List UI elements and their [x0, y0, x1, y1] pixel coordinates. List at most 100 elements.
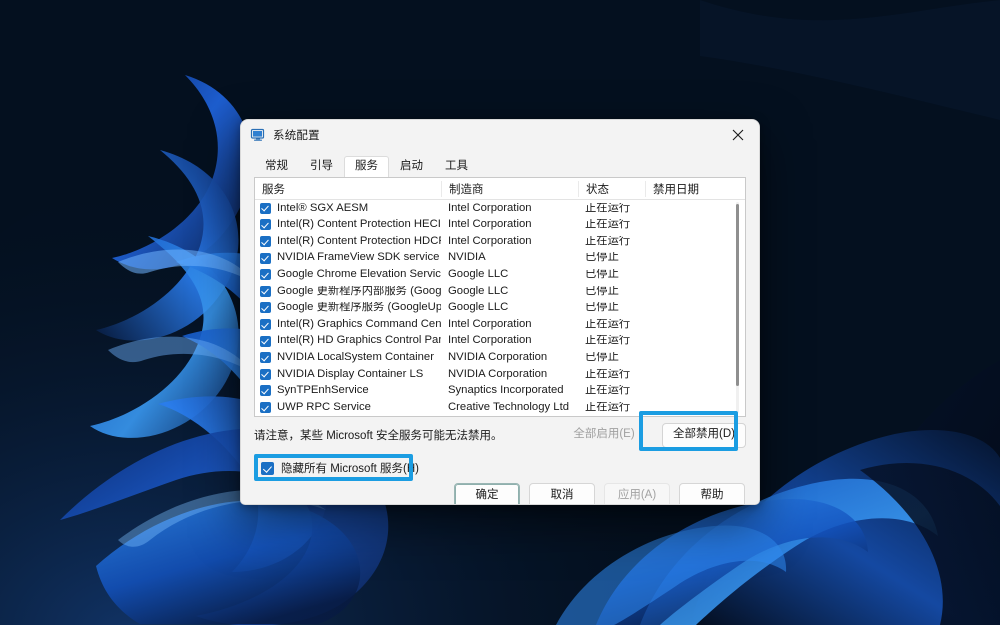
status-cell: 正在运行: [578, 335, 645, 346]
status-cell: 已停止: [578, 302, 645, 313]
checkbox-checked-icon[interactable]: [260, 236, 271, 247]
checkbox-checked-icon[interactable]: [260, 385, 271, 396]
checkbox-checked-icon: [261, 462, 274, 475]
checkbox-checked-icon[interactable]: [260, 253, 271, 264]
checkbox-checked-icon[interactable]: [260, 286, 271, 297]
service-name-label: Google 更新程序内部服务 (Googl...: [277, 286, 441, 297]
checkbox-checked-icon[interactable]: [260, 269, 271, 280]
table-row[interactable]: Intel(R) Content Protection HDCP...Intel…: [255, 233, 745, 250]
disable-all-button[interactable]: 全部禁用(D): [662, 423, 746, 448]
services-list[interactable]: 服务 制造商 状态 禁用日期 Intel® SGX AESM Intel Corp…: [254, 177, 746, 417]
table-row[interactable]: Intel(R) HD Graphics Control Pan...Intel…: [255, 333, 745, 350]
manufacturer-cell: Intel Corporation: [441, 319, 578, 330]
apply-button[interactable]: 应用(A): [604, 483, 670, 505]
service-name-label: Intel(R) Content Protection HDCP...: [277, 236, 441, 247]
service-name-cell: Intel(R) HD Graphics Control Pan...: [255, 335, 441, 346]
table-row[interactable]: Intel(R) Graphics Command Cent...Intel C…: [255, 316, 745, 333]
table-row[interactable]: Intel(R) Content Protection HECI ...Inte…: [255, 217, 745, 234]
checkbox-checked-icon[interactable]: [260, 336, 271, 347]
manufacturer-cell: Google LLC: [441, 302, 578, 313]
service-name-label: Intel(R) Graphics Command Cent...: [277, 319, 441, 330]
service-name-label: NVIDIA FrameView SDK service: [277, 252, 439, 263]
ok-button[interactable]: 确定: [454, 483, 520, 505]
table-row[interactable]: Google 更新程序服务 (GoogleUp...Google LLC已停止: [255, 300, 745, 317]
status-cell: 正在运行: [578, 219, 645, 230]
table-row[interactable]: NVIDIA Display Container LS NVIDIA Corpor…: [255, 366, 745, 383]
manufacturer-cell: Intel Corporation: [441, 219, 578, 230]
tab-startup[interactable]: 启动: [389, 156, 434, 179]
status-cell: 已停止: [578, 352, 645, 363]
enable-all-button[interactable]: 全部启用(E): [562, 423, 646, 448]
service-name-cell: Google 更新程序内部服务 (Googl...: [255, 286, 441, 297]
service-name-label: Google 更新程序服务 (GoogleUp...: [277, 302, 441, 313]
service-name-label: Intel® SGX AESM: [277, 203, 368, 214]
manufacturer-cell: NVIDIA Corporation: [441, 352, 578, 363]
column-header-service[interactable]: 服务: [255, 181, 441, 197]
manufacturer-cell: Synaptics Incorporated: [441, 385, 578, 396]
service-name-cell: NVIDIA FrameView SDK service: [255, 252, 441, 263]
table-row[interactable]: Google 更新程序内部服务 (Googl...Google LLC已停止: [255, 283, 745, 300]
status-cell: 正在运行: [578, 402, 645, 413]
help-button[interactable]: 帮助: [679, 483, 745, 505]
table-row[interactable]: NVIDIA FrameView SDK serviceNVIDIA已停止: [255, 250, 745, 267]
service-name-label: UWP RPC Service: [277, 402, 371, 413]
dialog-footer: 确定 取消 应用(A) 帮助: [254, 483, 746, 505]
manufacturer-cell: Intel Corporation: [441, 236, 578, 247]
checkbox-checked-icon[interactable]: [260, 319, 271, 330]
column-header-manufacturer[interactable]: 制造商: [441, 181, 578, 197]
column-header-status[interactable]: 状态: [578, 181, 645, 197]
cancel-button[interactable]: 取消: [529, 483, 595, 505]
service-name-cell: NVIDIA Display Container LS: [255, 369, 441, 380]
hide-microsoft-services-label: 隐藏所有 Microsoft 服务(H): [281, 460, 419, 476]
services-list-header: 服务 制造商 状态 禁用日期: [255, 178, 745, 200]
checkbox-checked-icon[interactable]: [260, 402, 271, 413]
service-name-label: SynTPEnhService: [277, 385, 369, 396]
table-row[interactable]: SynTPEnhService Synaptics Incorporated正在运…: [255, 383, 745, 400]
status-cell: 已停止: [578, 269, 645, 280]
tab-boot[interactable]: 引导: [299, 156, 344, 179]
status-cell: 正在运行: [578, 385, 645, 396]
column-header-disable-date[interactable]: 禁用日期: [645, 181, 738, 197]
dialog-titlebar[interactable]: 系统配置: [241, 120, 759, 150]
checkbox-checked-icon[interactable]: [260, 352, 271, 363]
manufacturer-cell: NVIDIA Corporation: [441, 369, 578, 380]
status-cell: 已停止: [578, 252, 645, 263]
dialog-title: 系统配置: [273, 127, 320, 143]
hide-microsoft-services-checkbox[interactable]: 隐藏所有 Microsoft 服务(H): [254, 456, 428, 480]
table-row[interactable]: Intel® SGX AESMIntel Corporation正在运行: [255, 200, 745, 217]
manufacturer-cell: Intel Corporation: [441, 203, 578, 214]
services-scrollbar[interactable]: [732, 202, 743, 413]
system-configuration-icon: [250, 127, 266, 143]
table-row[interactable]: UWP RPC Service Creative Technology Ltd正在…: [255, 399, 745, 416]
service-name-cell: Intel(R) Content Protection HECI ...: [255, 219, 441, 230]
service-name-cell: Google 更新程序服务 (GoogleUp...: [255, 302, 441, 313]
checkbox-checked-icon[interactable]: [260, 369, 271, 380]
table-row[interactable]: Google Chrome Elevation Servic...Google …: [255, 266, 745, 283]
status-cell: 正在运行: [578, 236, 645, 247]
security-services-note: 请注意，某些 Microsoft 安全服务可能无法禁用。: [254, 427, 503, 443]
table-row[interactable]: NVIDIA LocalSystem ContainerNVIDIA Corpo…: [255, 349, 745, 366]
tab-services[interactable]: 服务: [344, 156, 389, 179]
checkbox-checked-icon[interactable]: [260, 302, 271, 313]
hide-microsoft-services-row: 隐藏所有 Microsoft 服务(H): [254, 453, 746, 483]
service-name-cell: SynTPEnhService: [255, 385, 441, 396]
checkbox-checked-icon[interactable]: [260, 203, 271, 214]
system-configuration-dialog: 系统配置 常规 引导 服务 启动 工具 服务 制造商 状态 禁用日期 Intel…: [240, 119, 760, 505]
note-and-bulk-actions-row: 请注意，某些 Microsoft 安全服务可能无法禁用。 全部启用(E) 全部禁…: [254, 417, 746, 453]
manufacturer-cell: NVIDIA: [441, 252, 578, 263]
manufacturer-cell: Creative Technology Ltd: [441, 402, 578, 413]
close-icon[interactable]: [717, 120, 759, 150]
service-name-cell: Intel® SGX AESM: [255, 203, 441, 214]
tab-general[interactable]: 常规: [254, 156, 299, 179]
dialog-body: 服务 制造商 状态 禁用日期 Intel® SGX AESM Intel Corp…: [241, 177, 759, 504]
scrollbar-thumb[interactable]: [736, 204, 739, 386]
service-name-label: NVIDIA Display Container LS: [277, 369, 423, 380]
tab-tools[interactable]: 工具: [434, 156, 479, 179]
status-cell: 正在运行: [578, 369, 645, 380]
checkbox-checked-icon[interactable]: [260, 219, 271, 230]
services-rows: Intel® SGX AESMIntel Corporation正在运行Inte…: [255, 200, 745, 416]
service-name-label: Intel(R) HD Graphics Control Pan...: [277, 335, 441, 346]
service-name-cell: NVIDIA LocalSystem Container: [255, 352, 441, 363]
service-name-label: Intel(R) Content Protection HECI ...: [277, 219, 441, 230]
service-name-cell: Intel(R) Content Protection HDCP...: [255, 236, 441, 247]
